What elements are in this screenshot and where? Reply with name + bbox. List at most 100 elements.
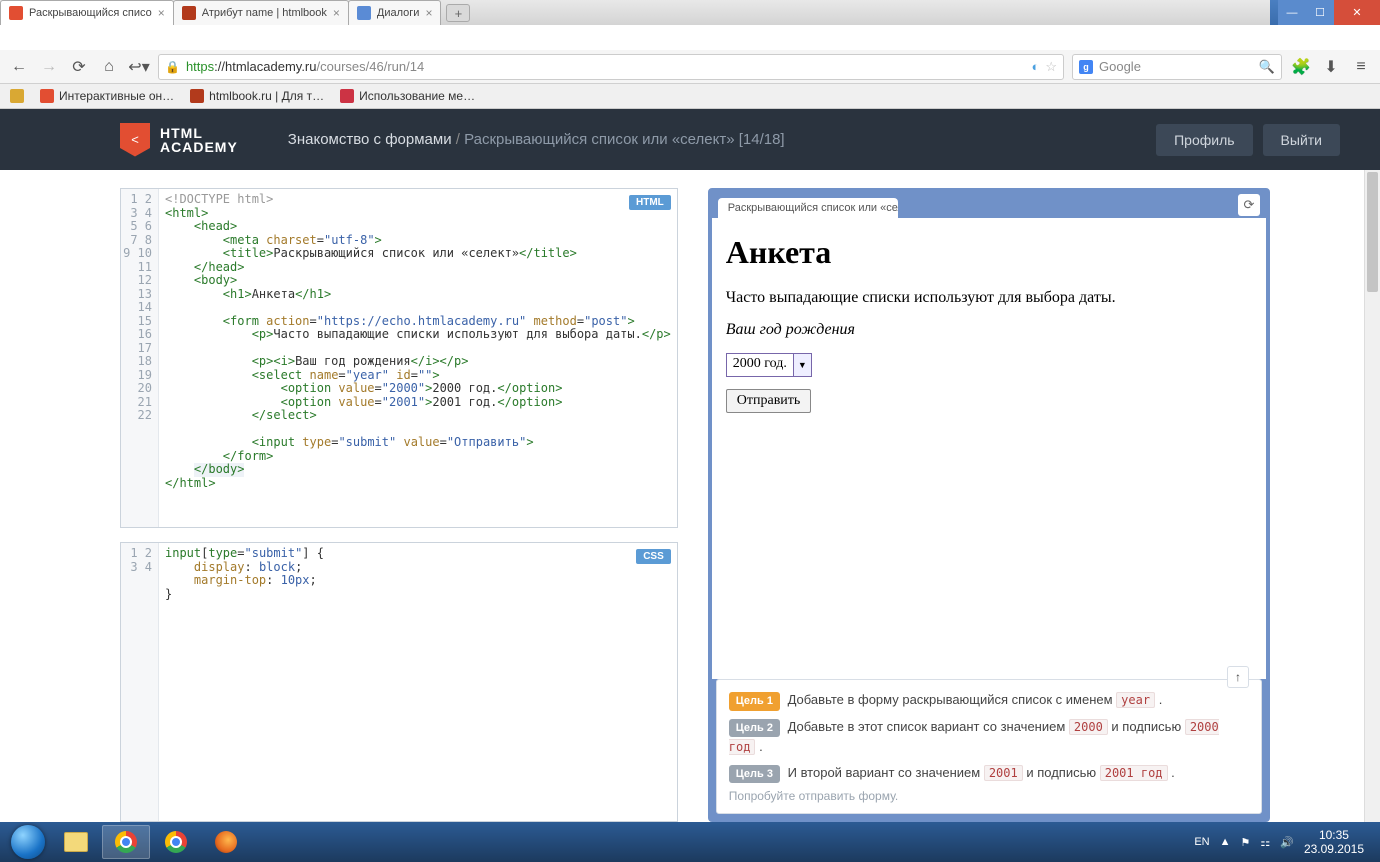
language-indicator[interactable]: EN [1194,836,1209,848]
bookmark-item[interactable]: Использование ме… [340,89,475,103]
bookmark-item[interactable]: Интерактивные он… [40,89,174,103]
browser-toolbar: ← → ⟳ ⌂ ↩▾ 🔒 https://htmlacademy.ru/cour… [0,50,1380,84]
code-area[interactable]: input[type="submit"] { display: block; m… [121,543,677,611]
breadcrumb-sub: Раскрывающийся список или «селект» [14/1… [464,131,785,148]
start-button[interactable] [6,822,50,862]
chrome-icon [165,831,187,853]
taskbar: EN ▲ ⚑ ⚏ 🔊 10:35 23.09.2015 [0,822,1380,862]
menu-icon[interactable]: ≡ [1350,56,1372,78]
preview-panel: Раскрывающийся список или «сел ⟳ Анкета … [708,188,1270,822]
bookmark-icon [340,89,354,103]
refresh-preview-button[interactable]: ⟳ [1238,194,1260,216]
search-icon[interactable]: 🔍 [1259,59,1275,75]
search-box[interactable]: g Google 🔍 [1072,54,1282,80]
search-placeholder: Google [1099,59,1141,74]
browser-tab[interactable]: Диалоги × [348,0,442,25]
tray-volume-icon[interactable]: 🔊 [1280,836,1294,849]
close-tab-icon[interactable]: × [158,6,165,20]
windows-orb-icon [11,825,45,859]
lock-icon: 🔒 [165,60,180,74]
breadcrumb-main[interactable]: Знакомство с формами [288,131,452,148]
logout-button[interactable]: Выйти [1263,124,1340,156]
logo-shield-icon: < [120,123,150,157]
goal-badge: Цель 3 [729,765,780,784]
bookmark-label: Использование ме… [359,89,475,103]
tab-favicon [182,6,196,20]
goal-badge: Цель 1 [729,692,780,711]
preview-body: Анкета Часто выпадающие списки использую… [712,218,1266,679]
downloads-icon[interactable]: ⬇ [1320,56,1342,78]
tray-flag-icon[interactable]: ▲ [1220,836,1231,848]
breadcrumb: Знакомство с формами / Раскрывающийся сп… [288,131,785,148]
profile-button[interactable]: Профиль [1156,124,1252,156]
goals-hint: Попробуйте отправить форму. [729,789,1249,803]
tab-favicon [357,6,371,20]
code-area[interactable]: <!DOCTYPE html> <html> <head> <meta char… [121,189,677,521]
taskbar-chrome-2[interactable] [152,825,200,859]
address-bar[interactable]: 🔒 https://htmlacademy.ru/courses/46/run/… [158,54,1064,80]
preview-heading: Анкета [726,234,1252,271]
bookmark-item[interactable] [10,89,24,103]
extensions-icon[interactable]: 🧩 [1290,56,1312,78]
goals-panel: ↑ Цель 1 Добавьте в форму раскрывающийся… [716,679,1262,814]
back-button[interactable]: ← [8,56,30,78]
taskbar-clock[interactable]: 10:35 23.09.2015 [1304,828,1364,857]
reload-button[interactable]: ⟳ [68,56,90,78]
goal-row: Цель 1 Добавьте в форму раскрывающийся с… [729,690,1249,711]
tab-favicon [9,6,23,20]
preview-tab[interactable]: Раскрывающийся список или «сел [718,198,898,218]
home-button[interactable]: ⌂ [98,56,120,78]
select-value: 2000 год. [727,354,793,376]
browser-tab[interactable]: Раскрывающийся списо × [0,0,174,25]
preview-select[interactable]: 2000 год. ▼ [726,353,812,377]
system-tray: EN ▲ ⚑ ⚏ 🔊 10:35 23.09.2015 [1194,828,1374,857]
window-minimize-button[interactable]: — [1278,0,1306,25]
feed-icon[interactable]: ◐ [1031,59,1039,74]
collapse-goals-button[interactable]: ↑ [1227,666,1249,688]
goal-row: Цель 2 Добавьте в этот список вариант со… [729,717,1249,757]
tab-title: Атрибут name | htmlbook [202,7,327,19]
window-close-button[interactable]: ✕ [1334,0,1380,25]
bookmark-icon [10,89,24,103]
forward-button[interactable]: → [38,56,60,78]
tray-network-icon[interactable]: ⚏ [1260,836,1270,849]
google-icon: g [1079,60,1093,74]
browser-tab[interactable]: Атрибут name | htmlbook × [173,0,349,25]
bookmark-label: Интерактивные он… [59,89,174,103]
taskbar-chrome[interactable] [102,825,150,859]
bookmark-star-icon[interactable]: ☆ [1045,59,1057,75]
site-header: < HTMLACADEMY Знакомство с формами / Рас… [0,109,1380,170]
firefox-icon [215,831,237,853]
bookmark-label: htmlbook.ru | Для т… [209,89,324,103]
browser-tabs: Раскрывающийся списо × Атрибут name | ht… [0,0,1270,25]
preview-label: Ваш год рождения [726,321,1252,339]
taskbar-explorer[interactable] [52,825,100,859]
preview-paragraph: Часто выпадающие списки используют для в… [726,289,1252,307]
site-logo[interactable]: < HTMLACADEMY [120,123,238,157]
new-tab-button[interactable]: + [446,4,470,22]
taskbar-firefox[interactable] [202,825,250,859]
html-badge: HTML [629,195,671,210]
window-maximize-button[interactable]: ☐ [1306,0,1334,25]
goal-row: Цель 3 И второй вариант со значением 200… [729,763,1249,784]
tray-action-center-icon[interactable]: ⚑ [1240,836,1250,849]
chevron-down-icon: ▼ [793,354,811,376]
logo-text: HTMLACADEMY [160,126,238,154]
url-text: https://htmlacademy.ru/courses/46/run/14 [186,59,1026,74]
folder-icon [64,832,88,852]
html-editor[interactable]: HTML 1 2 3 4 5 6 7 8 9 10 11 12 13 14 15… [120,188,678,528]
chrome-icon [115,831,137,853]
bookmark-icon [40,89,54,103]
line-gutter: 1 2 3 4 5 6 7 8 9 10 11 12 13 14 15 16 1… [121,189,159,527]
history-dropdown-icon[interactable]: ↩▾ [128,56,150,78]
goal-badge: Цель 2 [729,719,780,738]
css-badge: CSS [636,549,671,564]
close-tab-icon[interactable]: × [425,6,432,20]
close-tab-icon[interactable]: × [333,6,340,20]
bookmarks-bar: Интерактивные он… htmlbook.ru | Для т… И… [0,84,1380,109]
bookmark-item[interactable]: htmlbook.ru | Для т… [190,89,324,103]
bookmark-icon [190,89,204,103]
css-editor[interactable]: CSS 1 2 3 4 input[type="submit"] { displ… [120,542,678,822]
preview-submit-button[interactable]: Отправить [726,389,812,413]
page-scrollbar[interactable] [1364,170,1380,822]
